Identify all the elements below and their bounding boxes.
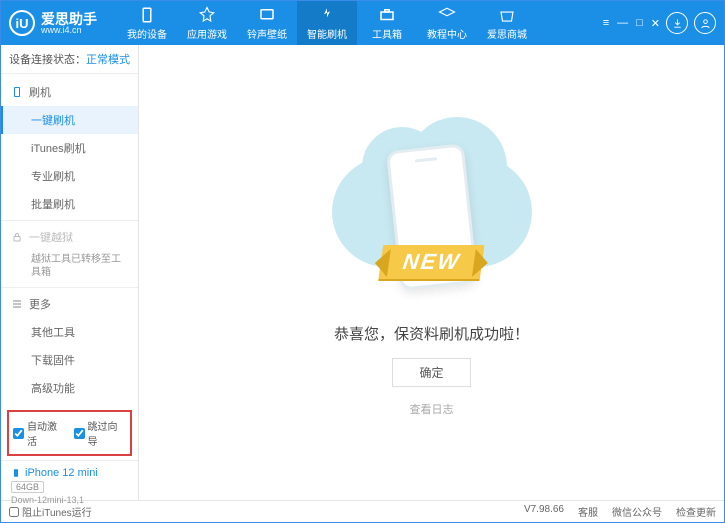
nav-my-device[interactable]: 我的设备: [117, 1, 177, 45]
phone-icon: [11, 86, 23, 98]
section-flash[interactable]: 刷机: [1, 78, 138, 106]
options-box: 自动激活 跳过向导: [7, 410, 132, 456]
success-message: 恭喜您，保资料刷机成功啦！: [334, 323, 529, 344]
nav-store[interactable]: 爱思商城: [477, 1, 537, 45]
view-log-link[interactable]: 查看日志: [410, 401, 454, 417]
download-icon[interactable]: [666, 12, 688, 34]
checkbox-skip-guide[interactable]: 跳过向导: [74, 418, 127, 448]
version-label: V7.98.66: [524, 504, 564, 519]
sidebar-item-oneclick[interactable]: 一键刷机: [1, 106, 138, 134]
close-icon[interactable]: ✕: [651, 17, 660, 30]
minimize-icon[interactable]: —: [617, 17, 628, 30]
nav-tutorial[interactable]: 教程中心: [417, 1, 477, 45]
app-url: www.i4.cn: [41, 26, 97, 35]
window-controls: ≡ — □ ✕: [603, 17, 660, 30]
jailbreak-note: 越狱工具已转移至工具箱: [1, 251, 138, 285]
success-illustration: NEW: [342, 129, 522, 309]
lock-icon: [11, 231, 23, 243]
logo-icon: iU: [9, 10, 35, 36]
nav-flash[interactable]: 智能刷机: [297, 1, 357, 45]
wechat-link[interactable]: 微信公众号: [612, 504, 662, 519]
app-name: 爱思助手: [41, 12, 97, 26]
menu-icon: [11, 298, 23, 310]
sidebar-item-tools[interactable]: 其他工具: [1, 318, 138, 346]
section-more[interactable]: 更多: [1, 290, 138, 318]
sidebar-item-advanced[interactable]: 高级功能: [1, 374, 138, 402]
main-nav: 我的设备 应用游戏 铃声壁纸 智能刷机 工具箱 教程中心 爱思商城: [117, 1, 537, 45]
user-icon[interactable]: [694, 12, 716, 34]
checkbox-auto-activate[interactable]: 自动激活: [13, 418, 66, 448]
main-panel: NEW 恭喜您，保资料刷机成功啦！ 确定 查看日志: [139, 45, 724, 500]
sidebar-item-batch[interactable]: 批量刷机: [1, 190, 138, 218]
connection-status: 设备连接状态：正常模式: [1, 45, 138, 74]
new-ribbon: NEW: [378, 245, 484, 279]
sidebar: 设备连接状态：正常模式 刷机 一键刷机 iTunes刷机 专业刷机 批量刷机 一…: [1, 45, 139, 500]
sidebar-item-pro[interactable]: 专业刷机: [1, 162, 138, 190]
sidebar-item-itunes[interactable]: iTunes刷机: [1, 134, 138, 162]
nav-ringtones[interactable]: 铃声壁纸: [237, 1, 297, 45]
maximize-icon[interactable]: □: [636, 17, 643, 30]
device-capacity: 64GB: [11, 481, 44, 493]
sidebar-item-firmware[interactable]: 下载固件: [1, 346, 138, 374]
app-logo: iU 爱思助手 www.i4.cn: [9, 10, 97, 36]
update-link[interactable]: 检查更新: [676, 504, 716, 519]
phone-icon: [11, 467, 21, 479]
support-link[interactable]: 客服: [578, 504, 598, 519]
checkbox-block-itunes[interactable]: 阻止iTunes运行: [9, 504, 92, 519]
section-jailbreak[interactable]: 一键越狱: [1, 223, 138, 251]
ok-button[interactable]: 确定: [392, 358, 470, 387]
menu-icon[interactable]: ≡: [603, 17, 609, 30]
nav-apps[interactable]: 应用游戏: [177, 1, 237, 45]
nav-toolbox[interactable]: 工具箱: [357, 1, 417, 45]
title-bar: iU 爱思助手 www.i4.cn 我的设备 应用游戏 铃声壁纸 智能刷机 工具…: [1, 1, 724, 45]
